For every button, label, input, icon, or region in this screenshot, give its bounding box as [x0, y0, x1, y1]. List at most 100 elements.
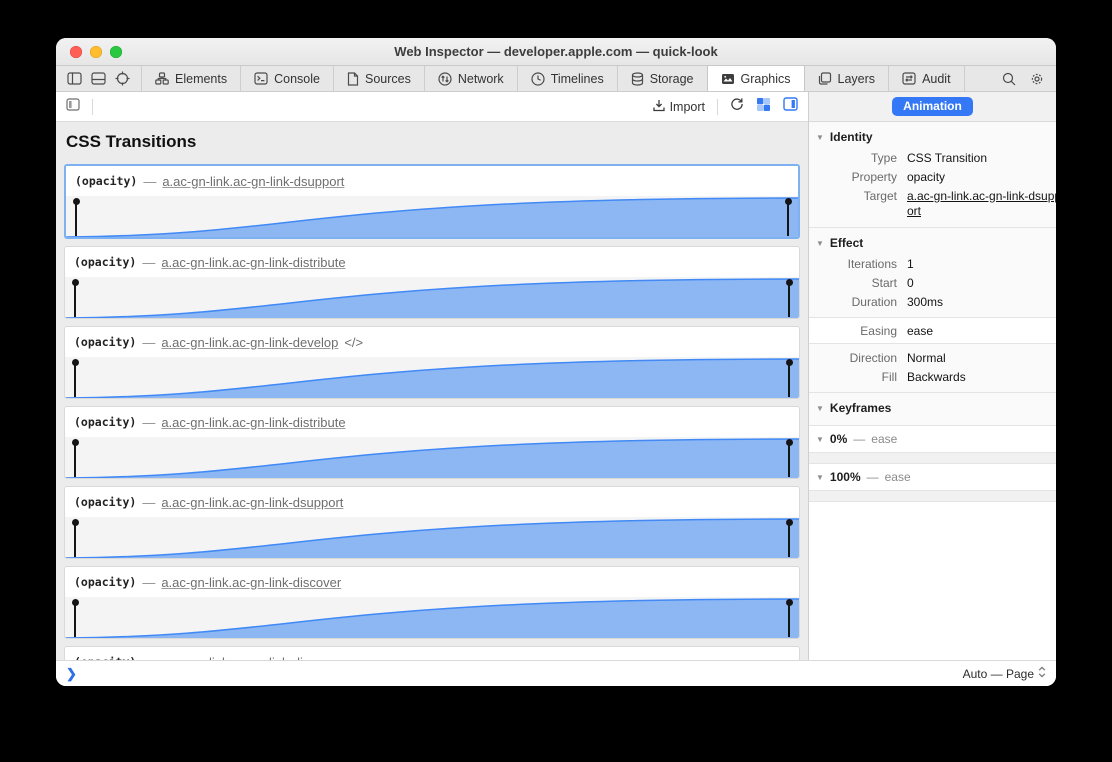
target-node-link[interactable]: a.ac-gn-link.ac-gn-link-dsupport	[162, 174, 344, 189]
effect-section-header[interactable]: ▼ Effect	[809, 232, 1056, 254]
dash: —	[142, 335, 155, 350]
target-node-link[interactable]: a.ac-gn-link.ac-gn-link-dsupport	[161, 495, 343, 510]
tab-label: Graphics	[741, 72, 791, 86]
start-keyframe-handle[interactable]	[74, 282, 76, 317]
end-keyframe-handle[interactable]	[788, 522, 790, 557]
row-label: Start	[809, 276, 897, 290]
transition-card[interactable]: (opacity) — a.ac-gn-link.ac-gn-link-deve…	[64, 326, 800, 399]
target-node-link[interactable]: a.ac-gn-link.ac-gn-link-develop	[161, 335, 338, 350]
dash: —	[853, 432, 865, 446]
ease-curve	[65, 277, 799, 318]
end-keyframe-handle[interactable]	[788, 362, 790, 397]
execution-context-picker[interactable]: Auto — Page	[963, 666, 1046, 681]
row-label: Easing	[809, 324, 897, 338]
keyframe-row-100[interactable]: ▼ 100% — ease	[809, 463, 1056, 490]
easing-row-band: Easing ease	[809, 317, 1056, 344]
target-node-link[interactable]: a.ac-gn-link.ac-gn-link-distribute	[161, 415, 345, 430]
element-picker-icon[interactable]	[115, 71, 130, 86]
tab-label: Elements	[175, 72, 227, 86]
start-keyframe-handle[interactable]	[74, 522, 76, 557]
keyframes-section-header[interactable]: ▼ Keyframes	[809, 397, 1056, 419]
animation-scope-tab[interactable]: Animation	[892, 97, 973, 116]
tab-audit[interactable]: Audit	[889, 66, 965, 91]
dock-side-icon[interactable]	[67, 72, 82, 85]
duration-row: Duration 300ms	[809, 292, 1056, 311]
document-icon	[347, 72, 359, 86]
left-sidebar-toggle-icon[interactable]	[66, 98, 80, 116]
target-node-link[interactable]: a.ac-gn-link.ac-gn-link-distribute	[161, 255, 345, 270]
toolbar-divider	[717, 99, 718, 115]
tab-console[interactable]: Console	[241, 66, 334, 91]
start-keyframe-handle[interactable]	[74, 362, 76, 397]
transition-property: (opacity)	[74, 335, 136, 349]
keyframes-section: ▼ Keyframes	[809, 392, 1056, 425]
transitions-scroll-area[interactable]: CSS Transitions (opacity) — a.ac-gn-link…	[56, 122, 808, 660]
row-label: Duration	[809, 295, 897, 309]
dock-bottom-icon[interactable]	[91, 72, 106, 85]
tab-network[interactable]: Network	[425, 66, 518, 91]
tab-label: Sources	[365, 72, 411, 86]
start-keyframe-handle[interactable]	[74, 602, 76, 637]
execution-context-label: Auto — Page	[963, 667, 1034, 681]
keyframe-row-0[interactable]: ▼ 0% — ease	[809, 425, 1056, 452]
tab-timelines[interactable]: Timelines	[518, 66, 618, 91]
section-title: Keyframes	[830, 401, 891, 415]
target-node-link[interactable]: a.ac-gn-link.ac-gn-link-discover	[161, 575, 341, 590]
web-inspector-window: Web Inspector — developer.apple.com — qu…	[56, 38, 1056, 686]
disclosure-triangle-icon: ▼	[816, 435, 824, 444]
download-icon	[653, 99, 665, 115]
direction-row: Direction Normal	[809, 348, 1056, 367]
target-node-link[interactable]: a.ac-gn-link.ac-gn-link-dsupport	[907, 189, 1056, 219]
tab-label: Timelines	[551, 72, 604, 86]
search-icon[interactable]	[1002, 72, 1016, 86]
dash: —	[143, 174, 156, 189]
transition-card[interactable]: (opacity) — a.ac-gn-link.ac-gn-link-dist…	[64, 246, 800, 319]
tab-storage[interactable]: Storage	[618, 66, 708, 91]
row-value: opacity	[907, 170, 1048, 184]
console-prompt-icon[interactable]: ❯	[66, 666, 77, 682]
easing-row: Easing ease	[809, 321, 1056, 340]
tab-label: Network	[458, 72, 504, 86]
right-sidebar-toggle-icon[interactable]	[783, 97, 798, 116]
start-row: Start 0	[809, 273, 1056, 292]
inspector-body: Import CSS Transitions (opacity) — a.a	[56, 92, 1056, 660]
start-keyframe-handle[interactable]	[74, 442, 76, 477]
transition-card-title: (opacity) — a.ac-gn-link.ac-gn-link-dsup…	[66, 166, 798, 196]
identity-section-header[interactable]: ▼ Identity	[809, 126, 1056, 148]
start-keyframe-handle[interactable]	[75, 201, 77, 236]
gear-icon[interactable]	[1030, 72, 1044, 86]
row-label: Direction	[809, 351, 897, 365]
transition-card[interactable]: (opacity) — a.ac-gn-link.ac-gn-link-dsup…	[64, 164, 800, 239]
transition-card[interactable]: (opacity) — a.ac-gn-link.ac-gn-link-disc…	[64, 566, 800, 639]
tab-label: Storage	[650, 72, 694, 86]
window-title: Web Inspector — developer.apple.com — qu…	[56, 44, 1056, 59]
refresh-icon[interactable]	[730, 97, 744, 116]
tab-layers[interactable]: Layers	[805, 66, 890, 91]
console-icon	[254, 72, 268, 85]
easing-curve-graph	[65, 517, 799, 558]
picture-icon	[721, 73, 735, 85]
end-keyframe-handle[interactable]	[787, 201, 789, 236]
easing-curve-graph	[65, 437, 799, 478]
tab-graphics[interactable]: Graphics	[707, 66, 805, 91]
grid-overlay-toggle-icon[interactable]	[756, 97, 771, 117]
tab-sources[interactable]: Sources	[334, 66, 425, 91]
keyframe-easing: ease	[885, 470, 911, 484]
content-toolbar: Import	[56, 92, 808, 122]
end-keyframe-handle[interactable]	[788, 442, 790, 477]
transition-card[interactable]: (opacity) — a.ac-gn-link.ac-gn-link-dist…	[64, 406, 800, 479]
transition-card[interactable]: (opacity) — a.ac-gn-link.ac-gn-link-dsup…	[64, 486, 800, 559]
tab-label: Layers	[838, 72, 876, 86]
keyframe-easing: ease	[871, 432, 897, 446]
end-keyframe-handle[interactable]	[788, 602, 790, 637]
end-keyframe-handle[interactable]	[788, 282, 790, 317]
screenshot-stage: Web Inspector — developer.apple.com — qu…	[0, 0, 1112, 762]
row-label: Property	[809, 170, 897, 184]
effect-section: ▼ Effect Iterations 1 Start 0 Duration 3…	[809, 227, 1056, 317]
layers-icon	[818, 72, 832, 85]
import-button[interactable]: Import	[653, 99, 705, 115]
hierarchy-icon	[155, 72, 169, 85]
transition-card[interactable]: (opacity) — a.ac-gn-link.ac-gn-link-disc…	[64, 646, 800, 660]
tab-elements[interactable]: Elements	[142, 66, 241, 91]
easing-curve-graph	[66, 196, 798, 237]
